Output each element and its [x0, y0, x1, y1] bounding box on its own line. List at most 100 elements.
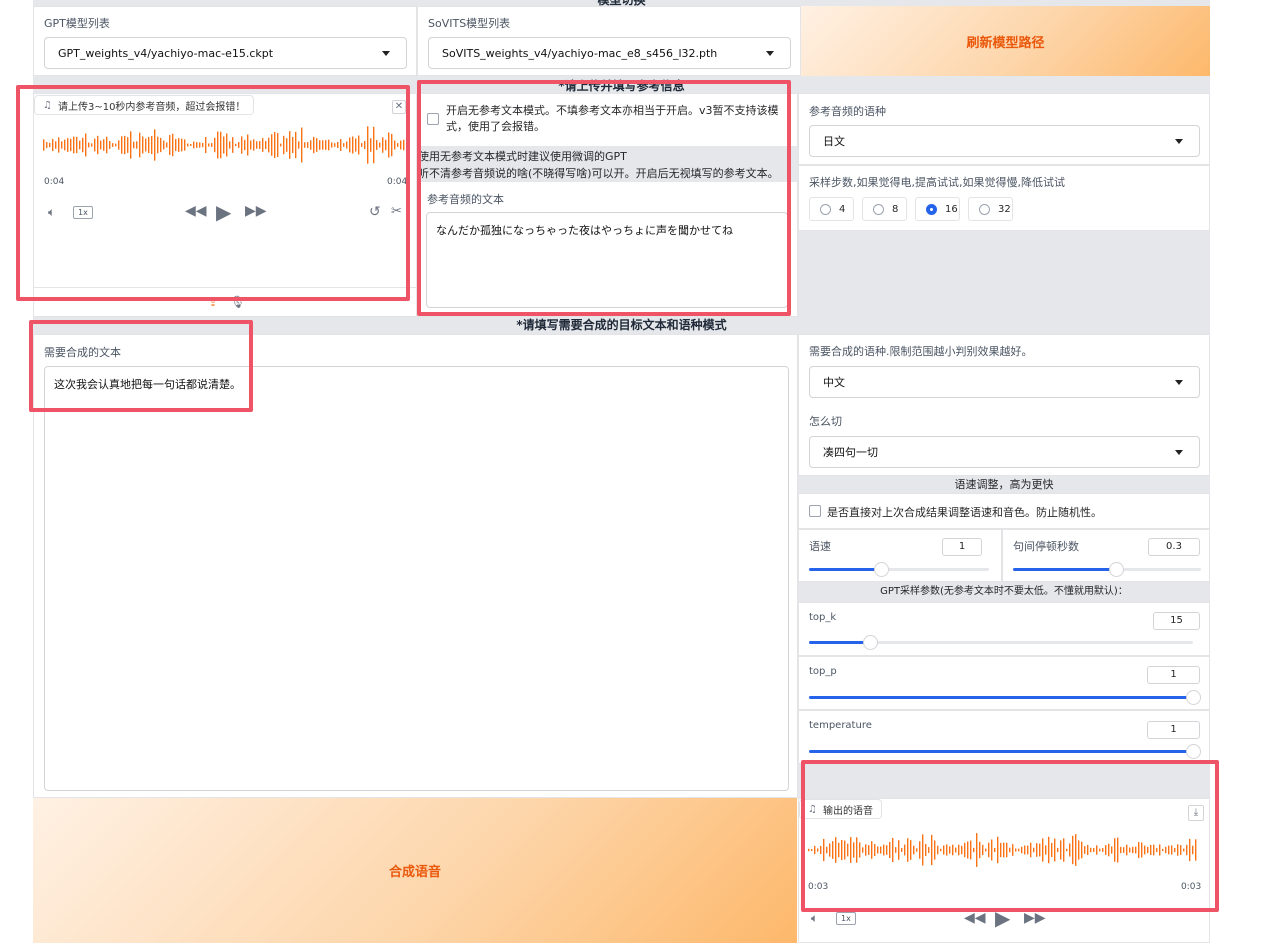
waveform-bar [868, 845, 870, 855]
waveform-bar [172, 133, 174, 157]
waveform-bar [1048, 836, 1050, 864]
fast-forward-icon[interactable]: ▶▶ [245, 203, 267, 219]
cut-dropdown[interactable]: 凑四句一切 [809, 436, 1200, 468]
close-icon[interactable]: ✕ [392, 100, 406, 114]
top-k-panel: top_k 15 [798, 602, 1210, 656]
play-icon[interactable]: ▶ [995, 906, 1010, 930]
scissors-icon[interactable]: ✂ [391, 204, 402, 219]
steps-option-16[interactable]: 16 [915, 197, 960, 221]
output-playback-rate-button[interactable]: 1x [836, 912, 856, 925]
output-waveform[interactable] [807, 829, 1201, 871]
direct-adjust-panel: 是否直接对上次合成结果调整语速和音色。防止随机性。 [798, 493, 1210, 529]
waveform-bar [982, 844, 984, 856]
rewind-icon[interactable]: ◀◀ [185, 203, 207, 219]
synthesize-button[interactable]: 合成语音 [33, 798, 797, 943]
waveform-bar [922, 834, 924, 866]
output-time-start: 0:03 [808, 882, 829, 892]
pause-slider-thumb[interactable] [1109, 562, 1125, 577]
steps-option-8[interactable]: 8 [862, 197, 907, 221]
ref-text-input[interactable]: なんだか孤独になっちゃった夜はやっちょに声を聞かせてね [426, 212, 788, 308]
waveform-bar [886, 845, 888, 855]
cut-label: 怎么切 [809, 415, 842, 428]
waveform-bar [1006, 842, 1008, 858]
temperature-slider[interactable] [809, 744, 1201, 759]
speed-input[interactable]: 1 [942, 538, 982, 556]
target-text-input[interactable]: 这次我会认真地把每一句话都说清楚。 [44, 366, 789, 791]
top-p-slider-fill [809, 696, 1193, 699]
play-icon[interactable]: ▶ [216, 200, 231, 224]
sovits-model-panel: SoVITS模型列表 SoVITS_weights_v4/yachiyo-mac… [417, 6, 801, 76]
waveform-bar [352, 136, 354, 154]
waveform-bar [997, 836, 999, 864]
waveform-bar [1174, 847, 1176, 853]
direct-adjust-checkbox[interactable] [809, 505, 821, 517]
waveform-bar [961, 845, 963, 855]
target-header: *请填写需要合成的目标文本和语种模式 [33, 317, 1210, 334]
radio-dot-icon [926, 203, 937, 215]
waveform-bar [838, 842, 840, 858]
top-p-slider-thumb[interactable] [1186, 690, 1201, 705]
waveform-bar [322, 140, 324, 150]
target-text-panel: 需要合成的文本 这次我会认真地把每一句话都说清楚。 [33, 334, 798, 798]
download-icon[interactable]: ⤓ [1188, 805, 1204, 821]
pause-input[interactable]: 0.3 [1148, 538, 1200, 556]
volume-icon[interactable]: 🔈︎ [48, 205, 55, 220]
waveform-bar [388, 132, 390, 158]
sovits-model-dropdown[interactable]: SoVITS_weights_v4/yachiyo-mac_e8_s456_l3… [428, 37, 791, 69]
waveform-bar [1054, 838, 1056, 862]
steps-option-4[interactable]: 4 [809, 197, 854, 221]
temperature-input[interactable]: 1 [1147, 721, 1200, 739]
reference-header: *请上传并填写参考信息 [33, 76, 1210, 93]
waveform-bar [214, 137, 216, 153]
waveform-bar [97, 135, 99, 155]
waveform-bar [319, 140, 321, 150]
target-text-label: 需要合成的文本 [44, 346, 121, 359]
no-ref-text-checkbox[interactable] [427, 113, 439, 125]
ref-lang-dropdown[interactable]: 日文 [809, 125, 1200, 157]
steps-option-32[interactable]: 32 [968, 197, 1013, 221]
undo-icon[interactable]: ↺ [369, 204, 381, 220]
microphone-icon[interactable]: 🎙︎ [230, 295, 245, 309]
pause-slider[interactable] [1013, 562, 1201, 577]
waveform-bar [316, 138, 318, 152]
temperature-slider-thumb[interactable] [1186, 744, 1201, 759]
waveform-bar [1024, 845, 1026, 855]
waveform-bar [967, 841, 969, 859]
top-k-slider-thumb[interactable] [863, 635, 879, 650]
waveform-bar [1144, 845, 1146, 855]
waveform-bar [277, 132, 279, 158]
waveform-bar [964, 842, 966, 858]
output-spacer [798, 764, 1210, 798]
gpt-model-dropdown[interactable]: GPT_weights_v4/yachiyo-mac-e15.ckpt [44, 37, 407, 69]
top-p-slider[interactable] [809, 690, 1201, 705]
top-p-input[interactable]: 1 [1147, 666, 1200, 684]
waveform-bar [931, 834, 933, 866]
waveform-bar [1129, 847, 1131, 853]
waveform-bar [148, 136, 150, 154]
top-k-slider[interactable] [809, 635, 1193, 650]
top-k-input[interactable]: 15 [1153, 612, 1200, 630]
waveform-bar [1060, 840, 1062, 860]
waveform-bar [250, 140, 252, 150]
refresh-models-button[interactable]: 刷新模型路径 [801, 6, 1210, 76]
reference-waveform[interactable] [42, 124, 408, 166]
playback-rate-button[interactable]: 1x [73, 206, 93, 219]
chevron-down-icon [1175, 450, 1183, 455]
fast-forward-icon[interactable]: ▶▶ [1024, 910, 1046, 926]
speed-slider-thumb[interactable] [874, 562, 889, 577]
chevron-down-icon [382, 51, 390, 56]
speed-slider[interactable] [809, 562, 989, 577]
waveform-bar [181, 138, 183, 152]
waveform-bar [187, 143, 189, 147]
waveform-bar [1063, 838, 1065, 862]
upload-icon[interactable]: ⇪ [208, 295, 218, 309]
rewind-icon[interactable]: ◀◀ [964, 910, 986, 926]
volume-icon[interactable]: 🔈︎ [811, 911, 818, 926]
waveform-bar [331, 142, 333, 148]
waveform-bar [403, 139, 405, 151]
waveform-bar [310, 140, 312, 150]
waveform-bar [46, 141, 48, 149]
waveform-bar [1186, 844, 1188, 856]
target-lang-dropdown[interactable]: 中文 [809, 366, 1200, 398]
waveform-bar [1021, 846, 1023, 854]
